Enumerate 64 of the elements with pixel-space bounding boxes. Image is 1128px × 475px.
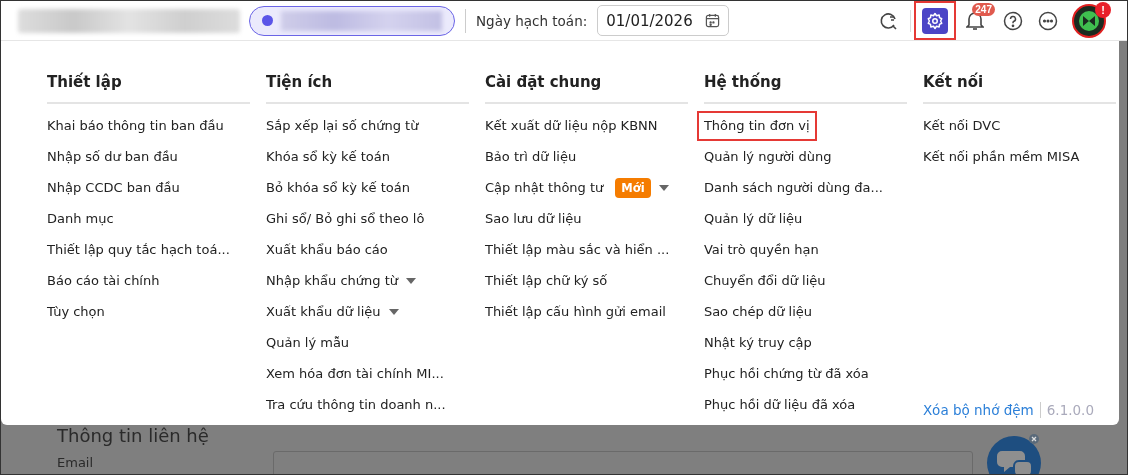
menu-item[interactable]: Danh mục	[40, 203, 121, 234]
menu-item[interactable]: Phục hồi chứng từ đã xóa	[696, 358, 876, 389]
menu-item[interactable]: Chuyển đổi dữ liệu	[696, 265, 833, 296]
calendar-icon	[705, 13, 721, 28]
menu-item[interactable]: Thiết lập màu sắc và hiển ...	[477, 234, 677, 265]
caret-icon[interactable]	[406, 277, 416, 284]
menu-item[interactable]: Nhập khẩu chứng từ	[258, 265, 405, 296]
menu-item[interactable]: Xem hóa đơn tài chính MI...	[258, 358, 451, 389]
refresh-search-icon	[878, 10, 899, 31]
clear-cache-link[interactable]: Xóa bộ nhớ đệm	[922, 401, 1034, 418]
menu-item[interactable]: Tra cứu thông tin doanh n...	[258, 389, 453, 420]
new-badge: Mới	[615, 177, 651, 198]
menu-item[interactable]: Tùy chọn	[40, 296, 112, 327]
menu-item[interactable]: Xuất khẩu dữ liệu	[258, 296, 388, 327]
caret-icon[interactable]	[658, 184, 669, 191]
menu-item[interactable]: Phục hồi dữ liệu đã xóa	[696, 389, 863, 420]
settings-button[interactable]	[915, 2, 955, 39]
alert-badge: !	[1095, 1, 1111, 18]
menu-item[interactable]: Sao chép dữ liệu	[696, 296, 820, 327]
column-heading: Cài đặt chung	[484, 72, 688, 104]
count-badge: 247	[972, 2, 995, 16]
menu-item[interactable]: Thiết lập quy tắc hạch toá...	[40, 234, 237, 265]
menu-item[interactable]: Nhập CCDC ban đầu	[40, 172, 187, 203]
menu-item[interactable]: Ghi sổ/ Bỏ ghi sổ theo lô	[258, 203, 432, 234]
chat-button[interactable]	[986, 433, 1042, 474]
date-field[interactable]: 01/01/2026	[597, 5, 730, 36]
date-label: Ngày hạch toán:	[476, 12, 588, 29]
menu-item[interactable]: Thiết lập cấu hình gửi email	[477, 296, 673, 327]
menu-item[interactable]: Bảo trì dữ liệu	[477, 141, 584, 172]
more-icon	[1037, 10, 1058, 31]
menu-item[interactable]: Quản lý người dùng	[696, 141, 839, 172]
menu-item[interactable]: Báo cáo tài chính	[40, 265, 167, 296]
menu-item[interactable]: Kết nối phần mềm MISA	[915, 141, 1087, 172]
section-title: Thông tin liên hệ	[57, 425, 210, 447]
menu-item[interactable]: Sao lưu dữ liệu	[477, 203, 589, 234]
menu-item[interactable]: Nhật ký truy cập	[696, 327, 819, 358]
status-dot	[262, 15, 273, 26]
caret-icon[interactable]	[388, 308, 399, 315]
menu-item[interactable]: Nhập số dư ban đầu	[40, 141, 185, 172]
menu-item[interactable]: Vai trò quyền hạn	[696, 234, 826, 265]
settings-icon	[926, 11, 944, 30]
menu-item[interactable]: Thiết lập chữ ký số	[477, 265, 615, 296]
menu-item[interactable]: Cập nhật thông tư	[477, 172, 611, 203]
help-icon	[1002, 10, 1023, 31]
column-heading: Thiết lập	[47, 72, 250, 104]
menu-item[interactable]: Bỏ khóa sổ kỳ kế toán	[258, 172, 417, 203]
menu-item[interactable]: Kết nối DVC	[915, 110, 1008, 141]
database-pill[interactable]	[249, 5, 455, 36]
bell-button[interactable]: 247	[955, 1, 995, 40]
menu-item[interactable]: Quản lý dữ liệu	[696, 203, 810, 234]
menu-item[interactable]: Khai báo thông tin ban đầu	[40, 110, 231, 141]
avatar-button[interactable]: !	[1067, 1, 1111, 40]
column-heading: Tiện ích	[265, 72, 469, 104]
field-label: Email	[57, 454, 95, 471]
column-heading: Hệ thống	[703, 72, 907, 104]
menu-item[interactable]: Danh sách người dùng đa...	[696, 172, 890, 203]
email-field[interactable]	[273, 451, 973, 474]
menu-item[interactable]: Quản lý mẫu	[258, 327, 357, 358]
column-heading: Kết nối	[922, 72, 1116, 104]
menu-item[interactable]: Xuất khẩu báo cáo	[258, 234, 395, 265]
menu-item[interactable]: Kết xuất dữ liệu nộp KBNN	[477, 110, 665, 141]
menu-item[interactable]: Khóa sổ kỳ kế toán	[258, 141, 397, 172]
version-text: 6.1.0.0	[1039, 401, 1094, 418]
menu-item[interactable]: Sắp xếp lại số chứng từ	[258, 110, 426, 141]
